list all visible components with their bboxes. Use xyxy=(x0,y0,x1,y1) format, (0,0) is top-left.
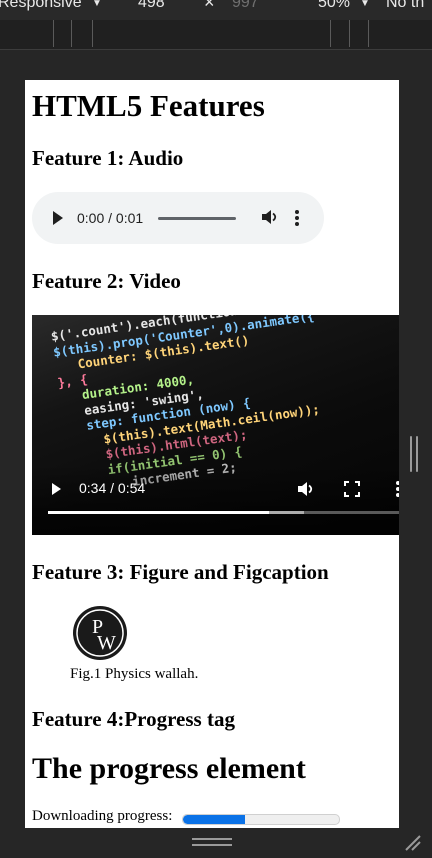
figcaption: Fig.1 Physics wallah. xyxy=(70,666,199,682)
feature-figure-heading: Feature 3: Figure and Figcaption xyxy=(32,560,329,584)
ruler-tick[interactable] xyxy=(92,20,93,47)
ruler-tick[interactable] xyxy=(349,20,350,47)
viewport-height-input[interactable]: 997 xyxy=(232,0,259,12)
throttling-select[interactable]: No th xyxy=(386,0,424,12)
ruler-tick[interactable] xyxy=(71,20,72,47)
download-progress-bar xyxy=(182,814,340,825)
zoom-select[interactable]: 50% xyxy=(318,0,350,12)
play-icon[interactable] xyxy=(52,483,61,495)
volume-icon[interactable] xyxy=(296,480,314,498)
physics-wallah-logo: P W xyxy=(73,606,127,660)
chevron-down-icon[interactable]: ▼ xyxy=(360,0,370,9)
page-title: HTML5 Features xyxy=(32,88,265,123)
device-toolbar: Responsive ▼ 498 × 997 50% ▼ No th xyxy=(0,0,432,20)
corner-resize-icon[interactable] xyxy=(402,832,422,852)
bottom-resize-handle[interactable] xyxy=(192,838,232,848)
figure: P W Fig.1 Physics wallah. xyxy=(70,605,272,690)
viewport-width-input[interactable]: 498 xyxy=(138,0,165,12)
audio-time: 0:00 / 0:01 xyxy=(77,210,144,226)
audio-seek-bar[interactable] xyxy=(158,217,236,220)
ruler-tick[interactable] xyxy=(330,20,331,47)
volume-icon[interactable] xyxy=(260,208,278,226)
feature-audio-heading: Feature 1: Audio xyxy=(32,146,184,170)
audio-player[interactable]: 0:00 / 0:01 xyxy=(32,192,324,244)
video-player[interactable]: $('.count').each(function () {$(this).pr… xyxy=(32,315,399,535)
video-progress-bar xyxy=(48,511,270,514)
device-mode-select[interactable]: Responsive xyxy=(0,0,82,12)
svg-text:W: W xyxy=(97,632,116,654)
fullscreen-icon[interactable] xyxy=(344,481,360,497)
ruler-tick[interactable] xyxy=(368,20,369,47)
chevron-down-icon[interactable]: ▼ xyxy=(92,0,102,9)
video-controls-shade xyxy=(32,465,399,535)
more-options-icon[interactable] xyxy=(396,480,399,498)
video-time: 0:34 / 0:54 xyxy=(79,480,146,496)
device-viewport: HTML5 Features Feature 1: Audio 0:00 / 0… xyxy=(25,80,399,828)
play-icon[interactable] xyxy=(53,211,63,225)
feature-video-heading: Feature 2: Video xyxy=(32,269,181,293)
progress-fill xyxy=(183,815,246,824)
close-icon: × xyxy=(204,0,215,12)
progress-section-title: The progress element xyxy=(32,752,306,785)
media-query-ruler xyxy=(0,20,432,50)
more-options-icon[interactable] xyxy=(295,209,299,227)
ruler-tick[interactable] xyxy=(53,20,54,47)
video-seek-bar[interactable] xyxy=(48,511,399,514)
feature-progress-heading: Feature 4:Progress tag xyxy=(32,707,235,731)
right-resize-handle[interactable] xyxy=(410,436,418,472)
progress-label: Downloading progress: xyxy=(32,808,173,824)
